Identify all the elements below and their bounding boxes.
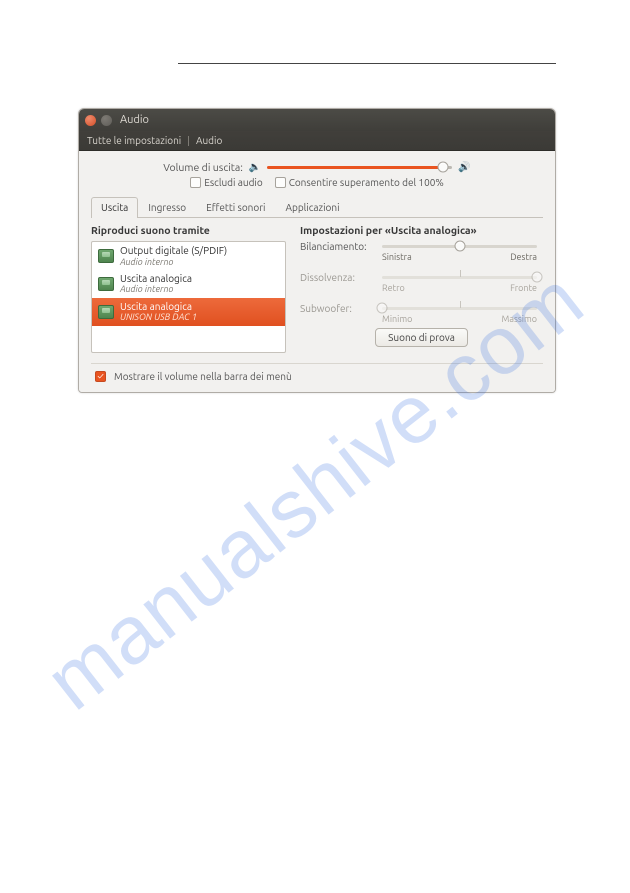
tab-sound-effects[interactable]: Effetti sonori (196, 197, 275, 218)
window-title: Audio (120, 114, 149, 126)
sound-card-icon (98, 305, 114, 319)
tab-input[interactable]: Ingresso (138, 197, 196, 218)
fade-slider (382, 272, 537, 282)
fade-label: Dissolvenza: (300, 272, 372, 283)
tabs: Uscita Ingresso Effetti sonori Applicazi… (91, 196, 543, 218)
page-rule (178, 63, 556, 64)
output-settings-grid: Bilanciamento: Sinistra Destra Dissolven… (300, 241, 543, 324)
checkbox-icon[interactable] (275, 177, 286, 188)
device-sub: UNISON USB DAC 1 (120, 312, 197, 322)
volume-options-row: Escludi audio Consentire superamento del… (91, 177, 543, 188)
device-sub: Audio interno (120, 284, 192, 294)
breadcrumb: Tutte le impostazioni | Audio (79, 131, 555, 151)
output-device-title: Riproduci suono tramite (91, 224, 286, 236)
subwoofer-slider (382, 303, 537, 313)
output-volume-label: Volume di uscita: (163, 161, 243, 173)
breadcrumb-all-settings[interactable]: Tutte le impostazioni (87, 135, 181, 146)
subwoofer-slider-wrap: Minimo Massimo (382, 303, 543, 324)
device-name: Output digitale (S/PDIF) (120, 245, 227, 257)
fade-rear-label: Retro (382, 283, 405, 293)
device-name: Uscita analogica (120, 273, 192, 285)
sound-card-icon (98, 277, 114, 291)
mute-checkbox[interactable]: Escludi audio (190, 177, 262, 188)
output-settings-title: Impostazioni per «Uscita analogica» (300, 224, 543, 236)
footer: Mostrare il volume nella barra dei menù (91, 363, 543, 386)
subwoofer-min-label: Minimo (382, 314, 412, 324)
device-name: Uscita analogica (120, 301, 197, 313)
list-item[interactable]: Uscita analogica Audio interno (92, 270, 285, 298)
sound-card-icon (98, 249, 114, 263)
fade-front-label: Fronte (510, 283, 537, 293)
output-device-column: Riproduci suono tramite Output digitale … (91, 224, 286, 353)
balance-left-label: Sinistra (382, 252, 412, 262)
balance-slider-wrap: Sinistra Destra (382, 241, 543, 262)
speaker-low-icon: 🔈 (249, 161, 261, 173)
audio-settings-window: Audio Tutte le impostazioni | Audio Volu… (78, 108, 556, 393)
close-icon[interactable] (85, 115, 96, 126)
speaker-high-icon: 🔊 (458, 161, 470, 173)
slider-thumb[interactable] (438, 162, 449, 173)
output-volume-row: Volume di uscita: 🔈 🔊 (91, 161, 543, 173)
minimize-icon[interactable] (101, 115, 112, 126)
checkbox-icon[interactable] (190, 177, 201, 188)
subwoofer-label: Subwoofer: (300, 303, 372, 314)
balance-right-label: Destra (510, 252, 537, 262)
test-sound-button[interactable]: Suono di prova (375, 328, 468, 347)
output-settings-column: Impostazioni per «Uscita analogica» Bila… (300, 224, 543, 353)
allow-over-100-checkbox[interactable]: Consentire superamento del 100% (275, 177, 444, 188)
slider-thumb (377, 303, 388, 314)
show-in-menubar-checkbox[interactable] (95, 371, 106, 382)
slider-thumb (532, 272, 543, 283)
balance-slider[interactable] (382, 241, 537, 251)
output-volume-slider[interactable] (267, 162, 452, 172)
list-item[interactable]: Uscita analogica UNISON USB DAC 1 (92, 298, 285, 326)
tab-content: Riproduci suono tramite Output digitale … (91, 218, 543, 363)
output-device-list[interactable]: Output digitale (S/PDIF) Audio interno U… (91, 241, 286, 353)
tab-applications[interactable]: Applicazioni (275, 197, 349, 218)
test-sound-row: Suono di prova (300, 328, 543, 347)
fade-slider-wrap: Retro Fronte (382, 272, 543, 293)
breadcrumb-current: Audio (196, 135, 222, 146)
list-item[interactable]: Output digitale (S/PDIF) Audio interno (92, 242, 285, 270)
show-in-menubar-label: Mostrare il volume nella barra dei menù (114, 371, 292, 382)
slider-thumb[interactable] (454, 241, 465, 252)
window-titlebar[interactable]: Audio (79, 109, 555, 131)
device-sub: Audio interno (120, 257, 227, 267)
tab-output[interactable]: Uscita (91, 197, 138, 218)
balance-label: Bilanciamento: (300, 241, 372, 252)
panel-body: Volume di uscita: 🔈 🔊 Escludi audio Cons… (79, 151, 555, 392)
breadcrumb-separator: | (187, 135, 190, 146)
subwoofer-max-label: Massimo (502, 314, 537, 324)
